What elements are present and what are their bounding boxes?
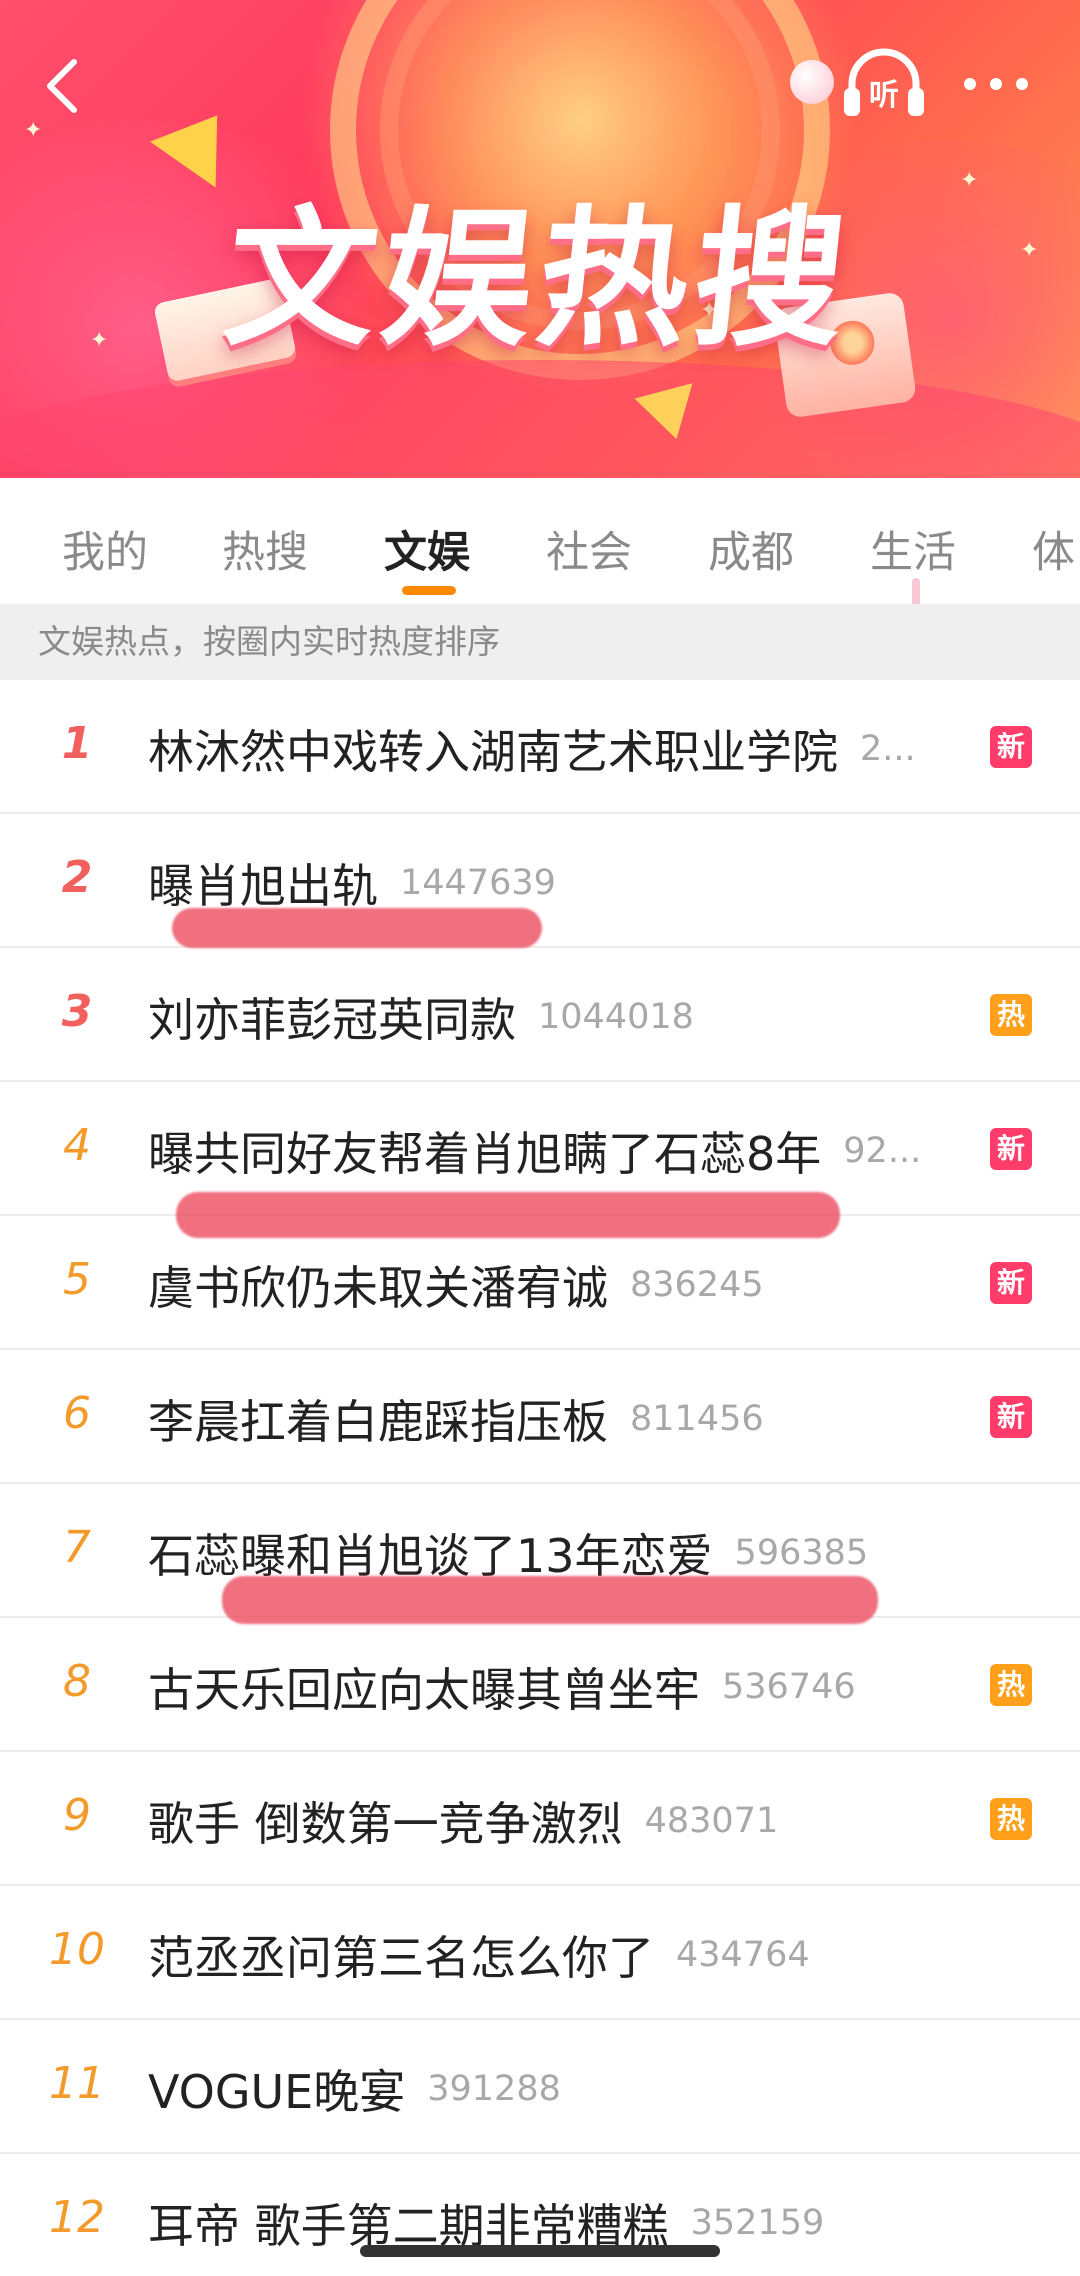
list-item[interactable]: 11 VOGUE晚宴 391288: [0, 2020, 1080, 2154]
item-title: 歌手 倒数第一竞争激烈: [148, 1797, 623, 1848]
header-banner: ✦ ✦ ✦ ✦ ✦ 文娱热搜 听: [0, 0, 1080, 478]
rank-number: 12: [49, 2192, 105, 2243]
rank-number: 3: [61, 986, 93, 1037]
tab-chengdu[interactable]: 成都: [708, 518, 794, 580]
rank-number: 6: [63, 1388, 91, 1439]
tab-entertainment[interactable]: 文娱: [384, 518, 470, 580]
hot-badge: 热: [990, 1664, 1032, 1706]
heat-value: 434764: [676, 1935, 810, 1975]
new-badge: 新: [990, 1262, 1032, 1304]
item-title: 石蕊曝和肖旭谈了13年恋爱: [148, 1529, 713, 1580]
more-options-icon[interactable]: [960, 64, 1036, 104]
heat-value: 836245: [630, 1265, 764, 1305]
rank-number: 4: [63, 1120, 91, 1171]
list-item[interactable]: 5 虞书欣仍未取关潘宥诚 836245 新: [0, 1216, 1080, 1350]
rank-number: 11: [49, 2058, 105, 2109]
banner-title: 文娱热搜: [217, 193, 860, 367]
heat-value: 536746: [722, 1667, 856, 1707]
list-item[interactable]: 6 李晨扛着白鹿踩指压板 811456 新: [0, 1350, 1080, 1484]
heat-value: 2...: [860, 729, 916, 769]
rank-number: 10: [49, 1924, 105, 1975]
home-indicator[interactable]: [360, 2245, 720, 2257]
item-title: 古天乐回应向太曝其曾坐牢: [148, 1663, 700, 1714]
item-title: VOGUE晚宴: [148, 2065, 406, 2116]
rank-number: 1: [61, 718, 93, 769]
list-item[interactable]: 2 曝肖旭出轨 1447639: [0, 814, 1080, 948]
item-title: 曝肖旭出轨: [148, 859, 378, 910]
planet-decoration-icon: [790, 60, 834, 104]
item-title: 耳帝 歌手第二期非常糟糕: [148, 2199, 669, 2250]
heat-value: 352159: [690, 2203, 825, 2243]
heat-value: 1044018: [538, 997, 694, 1037]
tab-life[interactable]: 生活: [870, 518, 956, 580]
hot-search-list: 1 林沐然中戏转入湖南艺术职业学院 2... 新 2 曝肖旭出轨 1447639 3…: [0, 680, 1080, 2274]
rank-number: 7: [63, 1522, 91, 1573]
rank-number: 8: [63, 1656, 91, 1707]
hot-badge: 热: [990, 1798, 1032, 1840]
heat-value: 92...: [843, 1131, 922, 1171]
new-badge: 新: [990, 1396, 1032, 1438]
heat-value: 483071: [644, 1801, 779, 1841]
item-title: 刘亦菲彭冠英同款: [148, 993, 516, 1044]
sparkle-icon: ✦: [24, 118, 43, 143]
listen-button[interactable]: 听: [842, 44, 926, 120]
item-title: 范丞丞问第三名怎么你了: [148, 1931, 654, 1982]
item-title: 曝共同好友帮着肖旭瞒了石蕊8年: [148, 1127, 822, 1178]
list-item[interactable]: 10 范丞丞问第三名怎么你了 434764: [0, 1886, 1080, 2020]
new-badge: 新: [990, 726, 1032, 768]
rank-number: 2: [61, 852, 93, 903]
tab-mine[interactable]: 我的: [62, 518, 148, 580]
tab-hot-search[interactable]: 热搜: [222, 518, 308, 580]
heat-value: 391288: [427, 2069, 561, 2109]
back-arrow-icon[interactable]: [36, 56, 96, 116]
heat-value: 596385: [734, 1533, 869, 1573]
item-title: 李晨扛着白鹿踩指压板: [148, 1395, 608, 1446]
rank-number: 9: [63, 1790, 91, 1841]
list-item[interactable]: 7 石蕊曝和肖旭谈了13年恋爱 596385: [0, 1484, 1080, 1624]
new-badge: 新: [990, 1128, 1032, 1170]
list-item[interactable]: 9 歌手 倒数第一竞争激烈 483071 热: [0, 1752, 1080, 1886]
list-item[interactable]: 1 林沐然中戏转入湖南艺术职业学院 2... 新: [0, 680, 1080, 814]
list-item[interactable]: 3 刘亦菲彭冠英同款 1044018 热: [0, 948, 1080, 1082]
list-item[interactable]: 4 曝共同好友帮着肖旭瞒了石蕊8年 92... 新: [0, 1082, 1080, 1238]
redaction-scribble: [172, 908, 542, 948]
heat-value: 1447639: [400, 863, 556, 903]
rank-number: 5: [63, 1254, 91, 1305]
heat-value: 811456: [630, 1399, 764, 1439]
tab-society[interactable]: 社会: [546, 518, 632, 580]
tab-sports[interactable]: 体: [1032, 518, 1075, 580]
listen-label: 听: [869, 78, 899, 113]
item-title: 虞书欣仍未取关潘宥诚: [148, 1261, 608, 1312]
redaction-scribble: [222, 1576, 878, 1624]
list-item[interactable]: 8 古天乐回应向太曝其曾坐牢 536746 热: [0, 1618, 1080, 1752]
active-tab-indicator: [402, 586, 456, 595]
item-title: 林沐然中戏转入湖南艺术职业学院: [148, 725, 838, 776]
section-description: 文娱热点，按圈内实时热度排序: [0, 604, 1080, 680]
hot-badge: 热: [990, 994, 1032, 1036]
